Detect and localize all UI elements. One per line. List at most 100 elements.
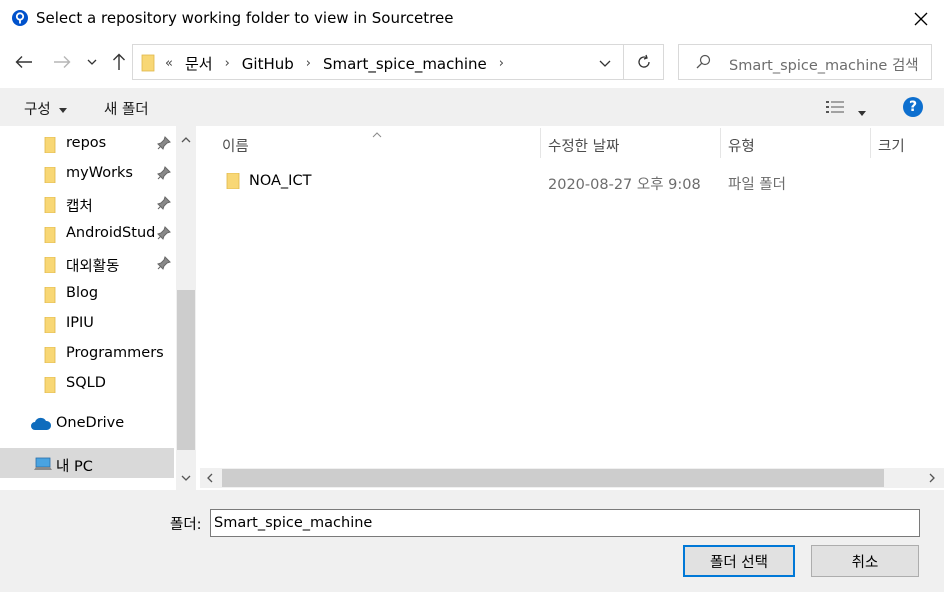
chevron-down-icon bbox=[87, 59, 97, 65]
folder-icon bbox=[44, 197, 56, 213]
nav-item-ipiu[interactable]: IPIU bbox=[0, 308, 174, 338]
file-date: 2020-08-27 오후 9:08 bbox=[548, 177, 701, 193]
nav-item-androidstudio[interactable]: AndroidStudi bbox=[0, 218, 174, 248]
forward-button[interactable] bbox=[50, 50, 74, 74]
chevron-right-icon[interactable]: › bbox=[225, 56, 230, 71]
view-options-button[interactable] bbox=[826, 100, 846, 118]
nav-item-onedrive[interactable]: OneDrive bbox=[0, 408, 174, 438]
pin-icon[interactable] bbox=[157, 196, 171, 210]
address-bar[interactable]: « 문서 › GitHub › Smart_spice_machine › bbox=[132, 44, 624, 80]
nav-item-label: AndroidStudi bbox=[66, 225, 156, 241]
nav-item-capture[interactable]: 캡처 bbox=[0, 188, 174, 218]
chevron-right-icon[interactable]: › bbox=[499, 56, 504, 71]
column-header-date[interactable]: 수정한 날짜 bbox=[548, 126, 619, 160]
folder-icon bbox=[44, 377, 56, 393]
organize-button[interactable]: 구성 bbox=[24, 98, 68, 119]
cancel-button[interactable]: 취소 bbox=[811, 545, 919, 577]
arrow-up-icon bbox=[113, 53, 125, 70]
column-divider[interactable] bbox=[870, 128, 871, 158]
nav-item-label: SQLD bbox=[66, 375, 106, 391]
file-row[interactable]: NOA_ICT 2020-08-27 오후 9:08 파일 폴더 bbox=[220, 170, 920, 194]
nav-item-blog[interactable]: Blog bbox=[0, 278, 174, 308]
search-input[interactable]: Smart_spice_machine 검색 bbox=[678, 44, 932, 80]
organize-label: 구성 bbox=[24, 102, 51, 118]
pin-icon[interactable] bbox=[157, 226, 171, 240]
computer-icon bbox=[34, 457, 52, 470]
chevron-right-icon[interactable]: › bbox=[306, 56, 311, 71]
nav-item-label: repos bbox=[66, 135, 107, 151]
view-dropdown-button[interactable] bbox=[858, 104, 866, 120]
back-button[interactable] bbox=[12, 50, 36, 74]
breadcrumb-overflow[interactable]: « bbox=[165, 56, 173, 71]
folder-icon bbox=[44, 257, 56, 273]
navigation-pane: repos myWorks 캡처 AndroidStudi 대외활동 Blog … bbox=[0, 126, 196, 490]
scroll-up-button[interactable] bbox=[180, 134, 192, 146]
scroll-down-button[interactable] bbox=[180, 472, 192, 484]
folder-icon bbox=[141, 54, 155, 72]
address-dropdown-button[interactable] bbox=[593, 53, 617, 73]
onedrive-cloud-icon bbox=[31, 417, 52, 430]
nav-item-label: 내 PC bbox=[56, 459, 93, 475]
chevron-down-icon bbox=[181, 475, 191, 481]
caret-down-icon bbox=[59, 107, 68, 113]
refresh-button[interactable] bbox=[624, 44, 664, 80]
file-name: NOA_ICT bbox=[249, 173, 312, 189]
up-button[interactable] bbox=[107, 50, 131, 74]
chevron-up-icon bbox=[181, 137, 191, 143]
column-header-size[interactable]: 크기 bbox=[878, 126, 905, 160]
column-divider[interactable] bbox=[540, 128, 541, 158]
breadcrumb-documents[interactable]: 문서 bbox=[185, 53, 213, 74]
search-icon bbox=[696, 54, 711, 69]
pin-icon[interactable] bbox=[157, 136, 171, 150]
pin-icon[interactable] bbox=[157, 256, 171, 270]
search-placeholder: Smart_spice_machine 검색 bbox=[729, 58, 919, 74]
chevron-down-icon bbox=[599, 60, 611, 67]
folder-icon bbox=[44, 347, 56, 363]
scroll-thumb[interactable] bbox=[222, 469, 884, 487]
nav-item-label: IPIU bbox=[66, 315, 94, 331]
column-header-name[interactable]: 이름 bbox=[222, 126, 249, 160]
column-header-type[interactable]: 유형 bbox=[728, 126, 755, 160]
content-area: repos myWorks 캡처 AndroidStudi 대외활동 Blog … bbox=[0, 126, 944, 490]
nav-item-repos[interactable]: repos bbox=[0, 128, 174, 158]
breadcrumb-github[interactable]: GitHub bbox=[242, 55, 294, 73]
scroll-left-button[interactable] bbox=[204, 472, 216, 484]
nav-item-this-pc[interactable]: 내 PC bbox=[0, 448, 174, 478]
close-icon bbox=[914, 12, 928, 26]
details-view-icon bbox=[826, 101, 844, 113]
file-horizontal-scrollbar[interactable] bbox=[200, 468, 944, 488]
help-button[interactable]: ? bbox=[903, 97, 923, 117]
window-title: Select a repository working folder to vi… bbox=[36, 9, 454, 27]
scroll-right-button[interactable] bbox=[926, 472, 938, 484]
nav-item-label: 캡처 bbox=[66, 199, 93, 215]
folder-icon bbox=[44, 227, 56, 243]
folder-label: 폴더: bbox=[170, 517, 202, 533]
nav-item-label: myWorks bbox=[66, 165, 133, 181]
nav-item-label: OneDrive bbox=[56, 415, 125, 431]
scroll-thumb[interactable] bbox=[177, 290, 195, 450]
dialog-footer: 폴더: 폴더 선택 취소 bbox=[0, 490, 944, 592]
address-row: « 문서 › GitHub › Smart_spice_machine › Sm… bbox=[0, 38, 944, 88]
nav-item-myworks[interactable]: myWorks bbox=[0, 158, 174, 188]
breadcrumb-smart-spice-machine[interactable]: Smart_spice_machine bbox=[323, 55, 487, 73]
select-folder-button[interactable]: 폴더 선택 bbox=[683, 545, 795, 577]
close-button[interactable] bbox=[898, 0, 944, 38]
folder-name-input[interactable] bbox=[210, 509, 920, 537]
nav-item-activities[interactable]: 대외활동 bbox=[0, 248, 174, 278]
nav-item-label: Blog bbox=[66, 285, 99, 301]
folder-icon bbox=[44, 137, 56, 153]
pin-icon[interactable] bbox=[157, 166, 171, 180]
sourcetree-logo-icon bbox=[12, 10, 28, 26]
column-divider[interactable] bbox=[720, 128, 721, 158]
title-bar: Select a repository working folder to vi… bbox=[0, 0, 944, 38]
sort-ascending-icon bbox=[372, 126, 382, 142]
nav-vertical-scrollbar[interactable] bbox=[176, 126, 196, 490]
nav-item-sqld[interactable]: SQLD bbox=[0, 368, 174, 398]
folder-icon bbox=[226, 173, 240, 189]
nav-item-programmers[interactable]: Programmers bbox=[0, 338, 174, 368]
caret-down-icon bbox=[858, 111, 866, 116]
arrow-right-icon bbox=[54, 56, 71, 68]
recent-locations-button[interactable] bbox=[82, 50, 102, 74]
file-list: 이름 수정한 날짜 유형 크기 NOA_ICT 2020-08-27 오후 9:… bbox=[200, 126, 944, 490]
new-folder-button[interactable]: 새 폴더 bbox=[104, 98, 149, 119]
